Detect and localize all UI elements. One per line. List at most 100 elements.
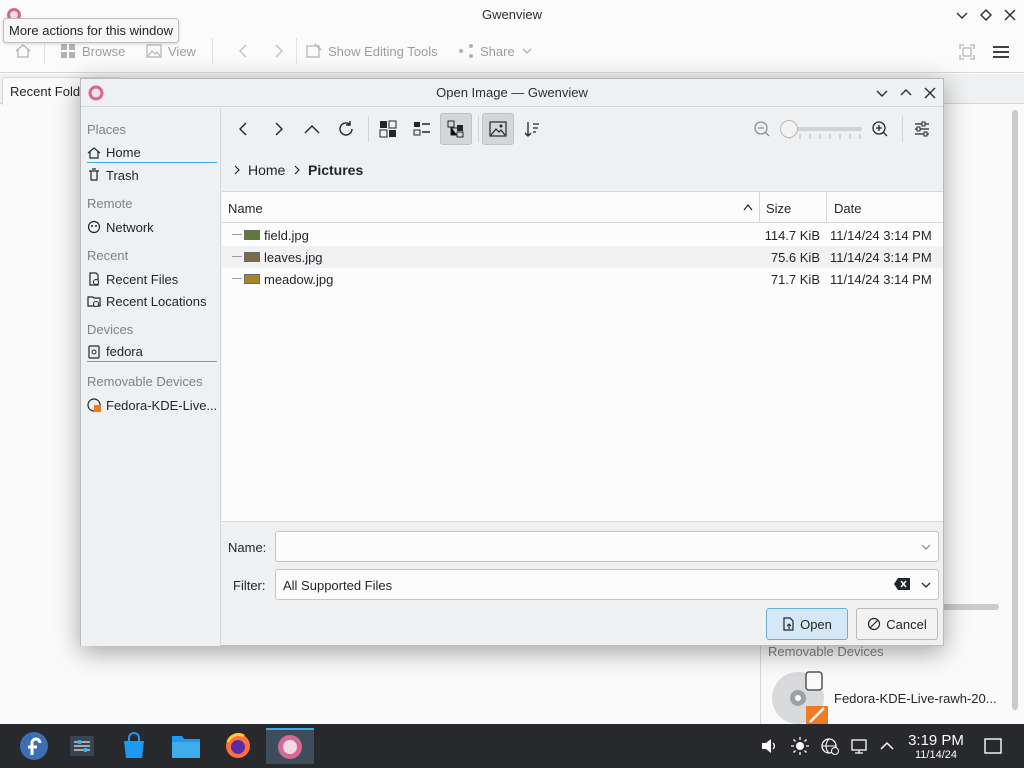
open-button[interactable]: Open [766,608,848,640]
task-dolphin[interactable] [166,728,206,764]
clock-date[interactable]: 11/14/24 [904,749,968,761]
fullscreen-icon[interactable] [958,43,976,61]
preview-toggle-button[interactable] [482,113,514,145]
places-item-recent-files[interactable]: Recent Files [87,269,217,289]
close-icon[interactable] [921,84,939,102]
maximize-icon[interactable] [897,84,915,102]
edit-image-icon [306,43,322,58]
places-item-home[interactable]: Home [87,143,217,163]
application-launcher[interactable] [14,728,54,764]
back-icon[interactable] [236,43,252,59]
minimize-icon[interactable] [873,84,891,102]
drive-icon [88,344,100,359]
task-system-settings[interactable] [62,728,102,764]
forward-icon[interactable] [270,43,286,59]
tree-branch-line [232,234,242,235]
clear-text-icon[interactable] [893,577,911,591]
file-list-view[interactable]: Name Size Date field.jpg 114.7 KiB 11/14/2… [222,192,943,522]
places-item-trash[interactable]: Trash [87,165,217,185]
breadcrumb-home-label: Home [248,162,286,178]
image-icon [146,44,162,58]
parent-folder-button[interactable] [296,113,328,145]
share-button[interactable]: Share [458,41,533,61]
breadcrumb-pictures[interactable]: Pictures [292,162,363,178]
sort-button[interactable] [516,113,548,145]
forward-icon [275,122,283,136]
compact-view-button[interactable] [406,113,438,145]
file-date: 11/14/24 3:14 PM [830,272,932,287]
view-button[interactable]: View [146,41,196,61]
show-editing-tools-button[interactable]: Show Editing Tools [306,41,438,61]
file-date: 11/14/24 3:14 PM [830,228,932,243]
column-separator[interactable] [826,192,827,223]
home-icon[interactable] [14,42,32,60]
clock-time[interactable]: 3:19 PM [904,732,968,749]
breadcrumb-home[interactable]: Home [232,162,285,178]
forward-button[interactable] [262,113,294,145]
chevron-up-icon[interactable] [878,737,896,755]
trash-icon [89,168,99,181]
optical-disc-icon [87,398,101,412]
detailed-tree-view-button[interactable] [440,113,472,145]
horizontal-scrollbar[interactable] [942,604,999,610]
places-item-label: Network [106,219,154,235]
dialog-titlebar[interactable]: Open Image — Gwenview [81,79,943,107]
reload-button[interactable] [330,113,362,145]
places-item-recent-locations[interactable]: Recent Locations [87,291,217,311]
cancel-button-label: Cancel [886,616,927,632]
task-firefox[interactable] [218,728,258,764]
remote-heading: Remote [87,196,133,211]
minimize-icon[interactable] [953,6,971,24]
options-menu-button[interactable] [906,113,938,145]
places-item-label: Trash [106,167,139,183]
cancel-icon [868,617,881,631]
file-row[interactable]: field.jpg 114.7 KiB 11/14/24 3:14 PM [222,224,943,246]
hamburger-menu-icon[interactable] [991,42,1011,62]
filename-input[interactable] [275,531,939,562]
file-row[interactable]: leaves.jpg 75.6 KiB 11/14/24 3:14 PM [222,246,943,268]
zoom-out-button[interactable] [746,113,778,145]
zoom-slider-handle[interactable] [780,120,798,138]
volume-icon[interactable] [760,737,778,755]
tree-branch-line [232,278,242,279]
file-row[interactable]: meadow.jpg 71.7 KiB 11/14/24 3:14 PM [222,268,943,290]
places-item-label: fedora [106,344,143,359]
storage-devices-icon[interactable] [851,737,869,755]
show-desktop-icon[interactable] [984,737,1002,755]
column-separator[interactable] [759,192,760,223]
places-item-fedora[interactable]: fedora [87,342,217,362]
vertical-scrollbar[interactable] [1012,110,1018,710]
task-discover[interactable] [114,728,154,764]
back-button[interactable] [228,113,260,145]
gwenview-app-icon [278,735,302,759]
toolbar-separator [478,116,479,142]
chevron-down-icon[interactable] [919,578,933,592]
removable-devices-heading: Removable Devices [87,374,203,389]
icons-view-icon [379,120,397,138]
icons-view-button[interactable] [372,113,404,145]
settings-icon [70,736,94,756]
filter-select[interactable]: All Supported Files [275,569,939,600]
grid-icon [61,44,75,58]
sort-ascending-icon[interactable] [742,202,754,212]
chevron-down-icon[interactable] [919,540,933,554]
sort-icon [524,122,539,137]
column-header-size[interactable]: Size [766,201,791,216]
close-icon[interactable] [1001,6,1019,24]
task-gwenview[interactable] [266,728,314,764]
brightness-icon[interactable] [791,737,809,755]
places-item-network[interactable]: Network [87,217,217,237]
browse-label: Browse [82,43,126,59]
places-item-label: Recent Files [106,271,179,287]
removable-device-entry[interactable]: Fedora-KDE-Live-rawh-20... [770,670,1010,724]
zoom-in-button[interactable] [864,113,896,145]
toolbar-separator [212,38,213,64]
column-header-name[interactable]: Name [228,201,263,216]
network-icon [87,220,101,234]
places-item-fedora-live[interactable]: Fedora-KDE-Live... [87,395,217,415]
cancel-button[interactable]: Cancel [856,608,938,640]
column-header-date[interactable]: Date [834,201,861,216]
network-status-icon[interactable] [821,737,839,755]
browse-button[interactable]: Browse [60,41,125,61]
maximize-icon[interactable] [977,6,995,24]
